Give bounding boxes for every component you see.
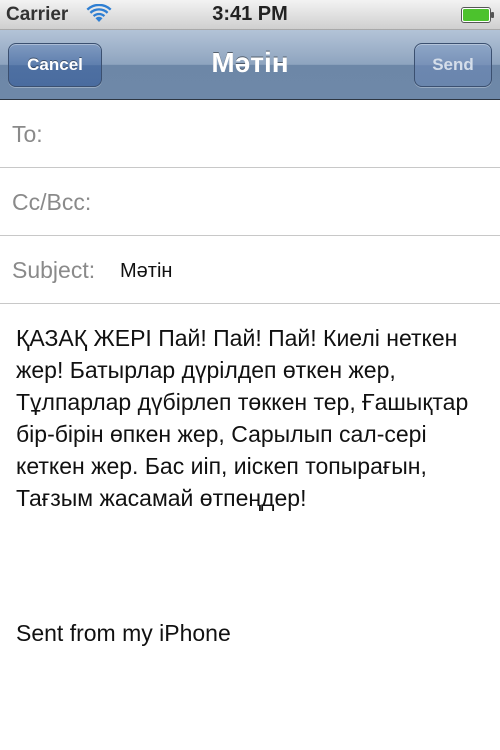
cancel-button[interactable]: Cancel <box>8 43 102 87</box>
battery-icon <box>461 7 494 23</box>
nav-title: Мәтін <box>211 47 289 78</box>
cc-bcc-label: Cc/Bcc: <box>12 189 92 215</box>
subject-field[interactable]: Subject: Мәтін <box>0 236 500 304</box>
cc-bcc-field[interactable]: Cc/Bcc: <box>0 168 500 236</box>
to-field[interactable]: To: <box>0 100 500 168</box>
status-time: 3:41 PM <box>212 3 288 25</box>
subject-value[interactable]: Мәтін <box>120 260 172 283</box>
nav-bar: Cancel Мәтін Send <box>0 30 500 100</box>
compose-mail-screen: Carrier 3:41 PM Cancel Мәтін Send To: Cc… <box>0 0 500 750</box>
status-bar: Carrier 3:41 PM <box>0 0 500 30</box>
subject-label: Subject: <box>12 257 96 283</box>
message-body[interactable]: ҚАЗАҚ ЖЕРІ Пай! Пай! Пай! Киелі неткен ж… <box>16 322 486 514</box>
send-button[interactable]: Send <box>414 43 492 87</box>
battery-fill <box>463 9 489 21</box>
message-signature[interactable]: Sent from my iPhone <box>16 620 231 647</box>
to-label: To: <box>12 121 43 147</box>
